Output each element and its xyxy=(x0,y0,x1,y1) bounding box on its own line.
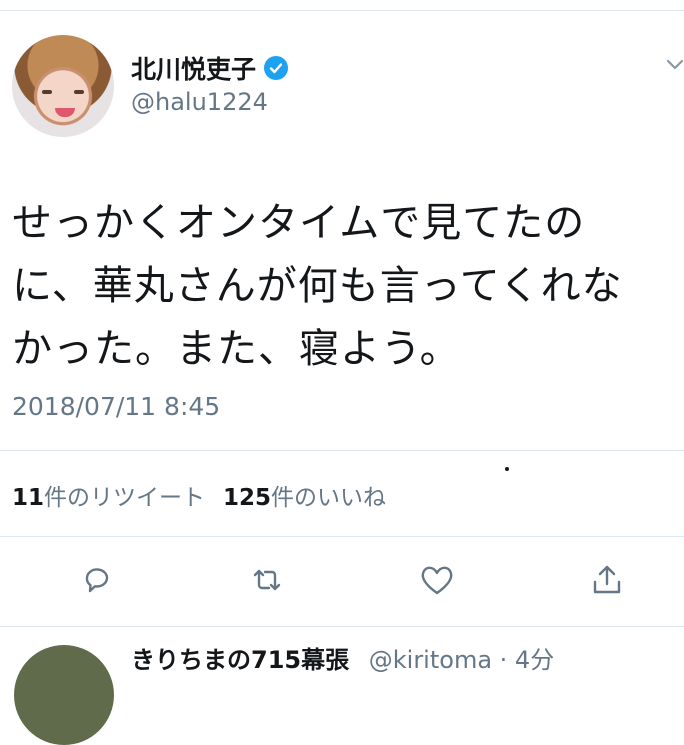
chevron-down-icon[interactable] xyxy=(665,54,684,74)
heart-icon xyxy=(421,566,453,595)
tweet-text: せっかくオンタイムで見てたの に、華丸さんが何も言ってくれな かった。また、寝よ… xyxy=(12,192,677,381)
avatar-eye-right xyxy=(74,90,84,94)
top-divider xyxy=(0,10,684,11)
tweet-timestamp[interactable]: 2018/07/11 8:45 xyxy=(12,392,220,421)
retweet-stat[interactable]: 11件のリツイート xyxy=(12,478,205,512)
avatar-eye-left xyxy=(42,90,52,94)
divider xyxy=(0,626,684,627)
reply-author-name: きりちまの715幕張 xyxy=(131,646,350,674)
author-name-row[interactable]: 北川悦吏子 xyxy=(131,50,289,86)
author-avatar[interactable] xyxy=(12,35,114,137)
like-label: 件のいいね xyxy=(271,485,387,511)
retweet-label: 件のリツイート xyxy=(44,485,206,511)
share-button[interactable] xyxy=(587,560,627,600)
engagement-stats: 11件のリツイート 125件のいいね xyxy=(12,478,386,512)
avatar-lips xyxy=(55,108,75,117)
share-icon xyxy=(593,565,621,594)
tweet-line: せっかくオンタイムで見てたの xyxy=(12,200,586,246)
divider xyxy=(0,536,684,537)
reply-icon xyxy=(85,568,109,593)
author-handle[interactable]: @halu1224 xyxy=(131,88,268,116)
author-display-name[interactable]: 北川悦吏子 xyxy=(131,50,256,86)
dot-mark xyxy=(505,467,509,471)
retweet-icon xyxy=(253,569,281,591)
verified-badge-icon xyxy=(264,56,289,80)
like-stat[interactable]: 125件のいいね xyxy=(223,478,386,512)
like-button[interactable] xyxy=(417,560,457,600)
like-count: 125 xyxy=(223,485,272,511)
reply-button[interactable] xyxy=(77,560,117,600)
tweet-line: かった。また、寝よう。 xyxy=(12,326,461,372)
retweet-count: 11 xyxy=(12,485,45,511)
retweet-button[interactable] xyxy=(247,560,287,600)
divider xyxy=(0,450,684,451)
tweet-line: に、華丸さんが何も言ってくれな xyxy=(12,263,623,309)
reply-author-handle: @kiritoma · 4分 xyxy=(368,646,555,674)
reply-header[interactable]: きりちまの715幕張 @kiritoma · 4分 xyxy=(131,640,554,675)
reply-author-avatar[interactable] xyxy=(14,645,114,745)
